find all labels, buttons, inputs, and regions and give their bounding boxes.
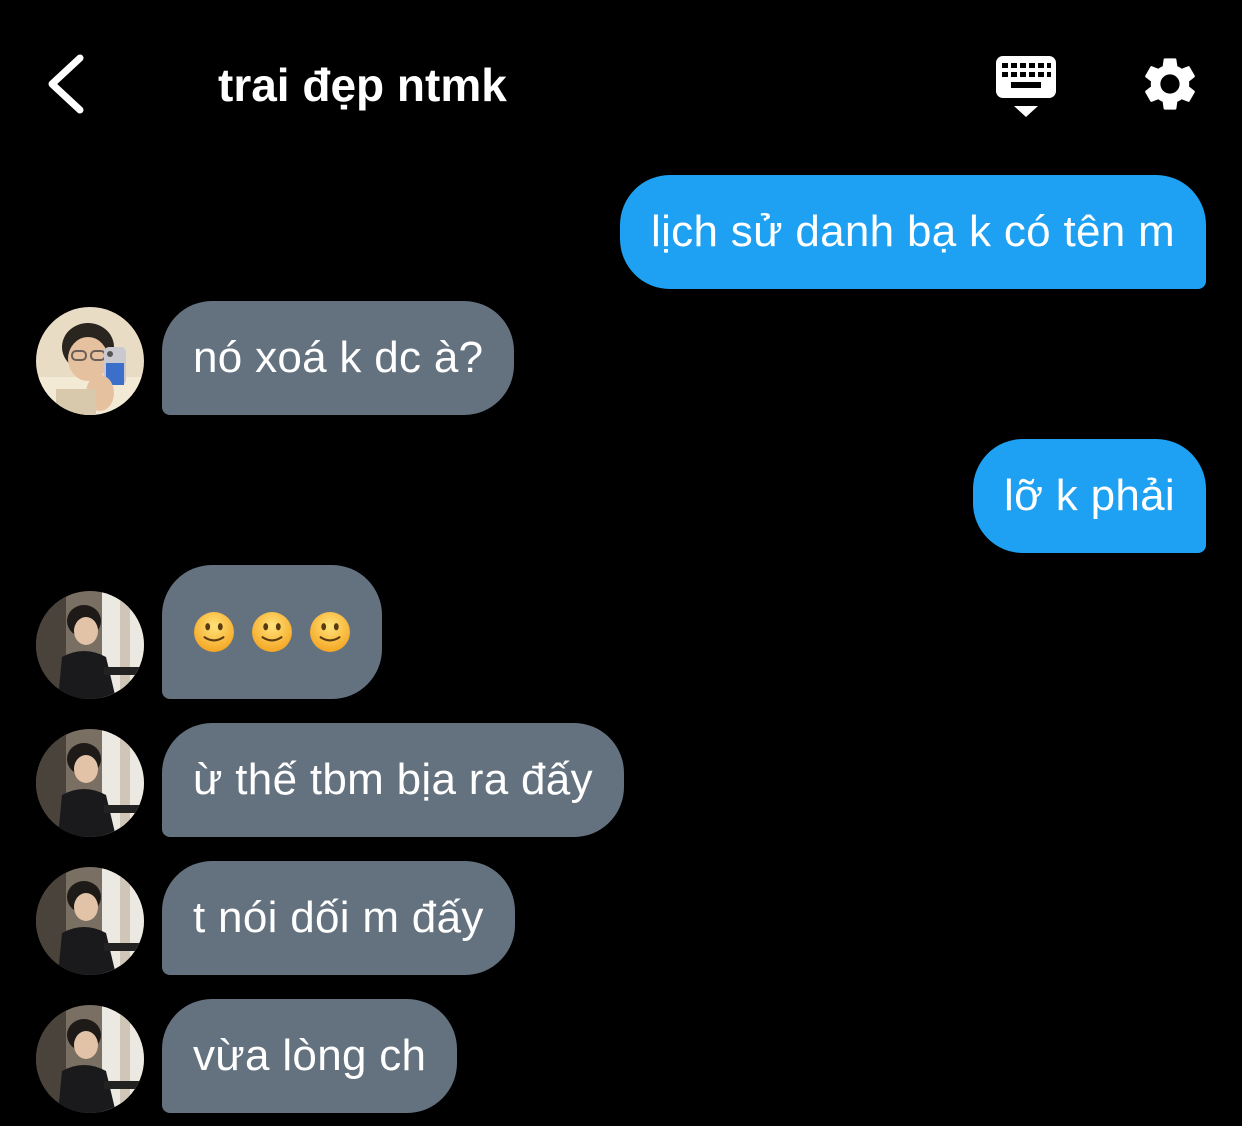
contact-avatar[interactable] [36,307,144,415]
keyboard-icon [996,56,1056,117]
message-text: t nói dối m đấy [193,893,484,942]
message-bubble-sent[interactable]: lịch sử danh bạ k có tên m [620,175,1206,289]
message-text: vừa lòng ch [193,1031,427,1080]
slightly-smiling-face-icon [194,612,234,652]
message-bubble-received[interactable]: 🙂🙂🙂 [162,565,382,699]
message-text: ừ thế tbm bịa ra đấy [193,755,593,804]
contact-avatar[interactable] [36,729,144,837]
message-bubble-received[interactable]: ừ thế tbm bịa ra đấy [162,723,624,837]
contact-avatar[interactable] [36,867,144,975]
message-bubble-sent[interactable]: lỡ k phải [973,439,1206,553]
contact-avatar[interactable] [36,591,144,699]
settings-button[interactable] [1138,52,1202,116]
message-bubble-received[interactable]: nó xoá k dc à? [162,301,515,415]
message-text: lỡ k phải [1004,471,1175,520]
slightly-smiling-face-icon [252,612,292,652]
keyboard-button[interactable] [990,52,1062,120]
gear-icon [1145,58,1195,110]
message-bubble-received[interactable]: vừa lòng ch [162,999,458,1113]
message-bubble-received[interactable]: t nói dối m đấy [162,861,515,975]
slightly-smiling-face-icon [310,612,350,652]
message-text: lịch sử danh bạ k có tên m [651,207,1175,256]
back-button[interactable] [38,48,98,120]
conversation-header: trai đẹp ntmk [0,0,1242,165]
chevron-left-icon [48,54,84,114]
emoji-row [193,611,351,653]
contact-avatar[interactable] [36,1005,144,1113]
conversation-title[interactable]: trai đẹp ntmk [218,55,507,115]
message-text: nó xoá k dc à? [193,333,484,382]
